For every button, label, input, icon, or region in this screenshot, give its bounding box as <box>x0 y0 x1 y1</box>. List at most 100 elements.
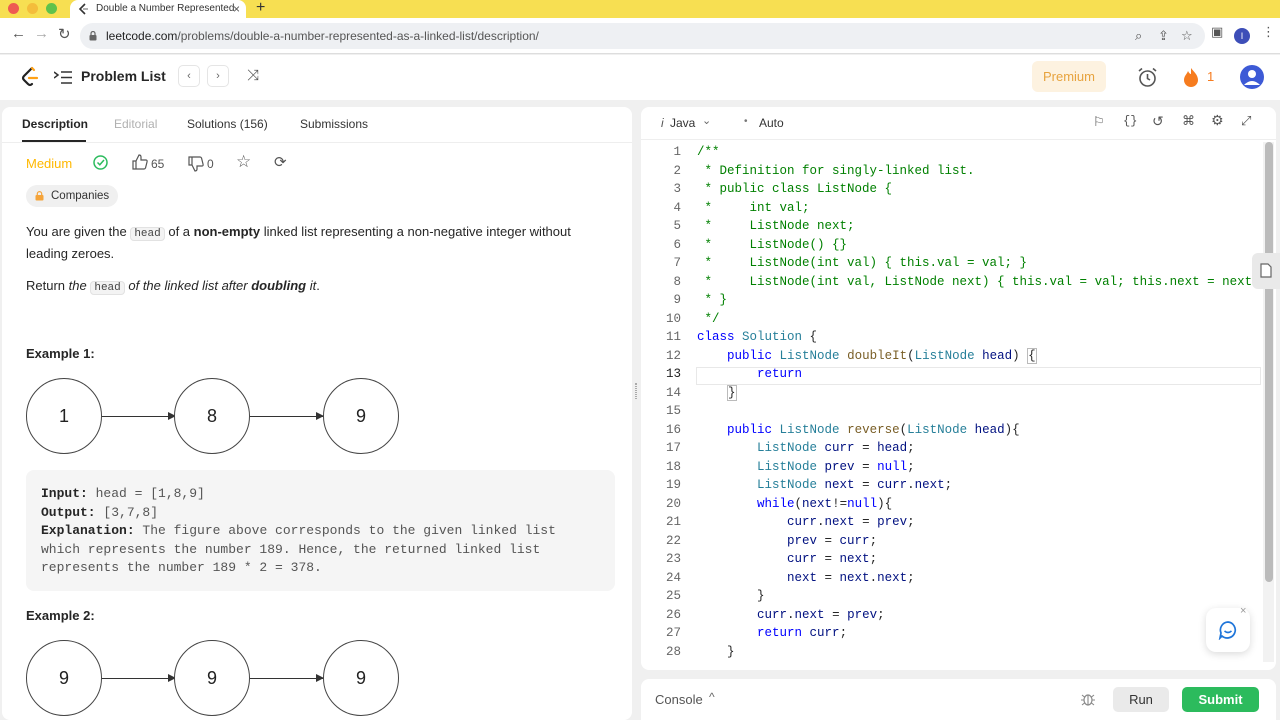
favorite-star-icon[interactable]: ☆ <box>236 152 251 172</box>
fullscreen-icon[interactable]: ⤢ <box>1241 113 1251 129</box>
bookmark-star-icon[interactable]: ☆ <box>1181 23 1193 49</box>
profile-avatar[interactable]: I <box>1234 28 1250 44</box>
reload-icon[interactable]: ↻ <box>58 25 71 43</box>
code-line: ListNode curr = head; <box>757 441 915 455</box>
close-window-button[interactable] <box>8 3 19 14</box>
browser-tab[interactable]: Double a Number Represented × <box>70 0 246 18</box>
code-line: public ListNode doubleIt(ListNode head) … <box>727 347 1037 364</box>
thumbs-up-icon[interactable] <box>132 154 148 170</box>
zoom-icon[interactable]: ⌕ <box>1135 23 1142 49</box>
line-number: 19 <box>665 478 681 492</box>
close-chat-icon[interactable]: × <box>1240 605 1246 617</box>
next-problem-button[interactable]: › <box>207 65 229 87</box>
share-problem-icon[interactable]: ⟳ <box>274 153 287 171</box>
list-node: 9 <box>323 378 399 454</box>
likes-count: 65 <box>151 157 165 171</box>
code-line: while(next!=null){ <box>757 496 893 511</box>
browser-tab-bar: Double a Number Represented × + <box>0 0 1280 18</box>
language-selector[interactable]: Java <box>670 116 695 130</box>
line-number: 17 <box>665 441 681 455</box>
list-node: 8 <box>174 378 250 454</box>
minimize-window-button[interactable] <box>27 3 38 14</box>
inline-code-head: head <box>130 227 165 241</box>
code-line: class Solution { <box>697 330 818 344</box>
streak-count: 1 <box>1207 69 1215 84</box>
tab-solutions[interactable]: Solutions (156) <box>187 117 268 131</box>
browser-menu-icon[interactable]: ⋮ <box>1262 24 1275 40</box>
tab-description[interactable]: Description <box>22 117 88 131</box>
line-number: 4 <box>673 200 681 215</box>
tab-editorial[interactable]: Editorial <box>114 117 157 131</box>
chat-bubble-icon <box>1218 621 1237 640</box>
code-line: prev = curr; <box>787 533 878 548</box>
problem-list-icon[interactable] <box>54 71 72 84</box>
close-tab-icon[interactable]: × <box>233 0 240 18</box>
list-node: 9 <box>323 640 399 716</box>
line-number: 25 <box>665 589 681 603</box>
line-number: 3 <box>673 182 681 196</box>
premium-button[interactable]: Premium <box>1032 61 1106 92</box>
panel-resize-handle[interactable] <box>635 383 637 399</box>
url-field[interactable]: leetcode.com/problems/double-a-number-re… <box>80 23 1205 49</box>
forward-icon[interactable]: → <box>34 25 49 42</box>
line-number: 27 <box>665 626 681 640</box>
streak-fire-icon[interactable] <box>1183 67 1199 87</box>
maximize-window-button[interactable] <box>46 3 57 14</box>
address-bar-row: ← → ↻ leetcode.com/problems/double-a-num… <box>0 18 1280 54</box>
line-number: 7 <box>673 256 681 270</box>
share-icon[interactable]: ⇪ <box>1158 23 1169 49</box>
description-panel: Description Editorial Solutions (156) Su… <box>2 107 632 720</box>
line-number: 15 <box>665 404 681 418</box>
line-number: 16 <box>665 422 681 437</box>
settings-gear-icon[interactable]: ⚙ <box>1211 112 1224 129</box>
debug-bug-icon[interactable] <box>1080 691 1096 707</box>
browser-tab-title: Double a Number Represented <box>96 3 235 14</box>
dislikes-count: 0 <box>207 157 214 171</box>
alarm-clock-icon[interactable] <box>1137 67 1158 88</box>
prev-problem-button[interactable]: ‹ <box>178 65 200 87</box>
run-button[interactable]: Run <box>1113 687 1169 712</box>
leetcode-logo-icon[interactable] <box>20 66 40 88</box>
code-line: curr = next; <box>787 552 878 566</box>
auto-mode-label[interactable]: Auto <box>759 116 784 130</box>
tab-submissions[interactable]: Submissions <box>300 117 368 131</box>
code-line: * Definition for singly-linked list. <box>697 163 975 178</box>
solved-check-icon <box>93 155 108 170</box>
chevron-down-icon[interactable]: ⌄ <box>702 114 711 127</box>
line-number: 23 <box>665 552 681 566</box>
list-arrow <box>250 412 324 420</box>
console-toggle[interactable]: Console <box>655 692 703 707</box>
line-number: 18 <box>665 459 681 474</box>
thumbs-down-icon[interactable] <box>188 156 204 172</box>
description-paragraph-2: Return the head of the linked list after… <box>26 278 320 295</box>
line-number: 11 <box>665 330 681 344</box>
line-number: 20 <box>665 496 681 511</box>
editor-scrollbar-thumb[interactable] <box>1265 142 1273 582</box>
problem-list-label[interactable]: Problem List <box>81 68 166 84</box>
code-line: next = next.next; <box>787 570 915 585</box>
list-node: 9 <box>174 640 250 716</box>
code-line: } <box>697 644 735 659</box>
braces-icon[interactable]: {} <box>1123 114 1137 128</box>
code-line: * } <box>697 293 728 307</box>
shortcut-icon[interactable]: ⌘ <box>1182 113 1195 129</box>
line-number: 5 <box>673 219 681 233</box>
reset-icon[interactable]: ↺ <box>1152 113 1164 130</box>
back-icon[interactable]: ← <box>11 25 26 42</box>
code-line: curr.next = prev; <box>787 515 915 529</box>
shuffle-icon[interactable]: ⤨ <box>247 67 259 84</box>
bookmark-icon[interactable]: ⚐ <box>1093 114 1105 130</box>
line-number: 2 <box>673 163 681 178</box>
tab-divider <box>2 142 632 143</box>
side-notes-tab[interactable] <box>1252 253 1280 289</box>
list-arrow <box>250 674 324 682</box>
code-editor-panel: i Java ⌄ • Auto ⚐ {} ↺ ⌘ ⚙ ⤢ 1 2 3 4 5 6… <box>641 107 1276 670</box>
chevron-up-icon[interactable]: ^ <box>709 690 715 704</box>
companies-tag[interactable]: Companies <box>26 185 119 207</box>
site-header: Problem List ‹ › ⤨ Premium 1 <box>0 55 1280 100</box>
submit-button[interactable]: Submit <box>1182 687 1259 712</box>
list-arrow <box>102 674 176 682</box>
new-tab-icon[interactable]: + <box>256 0 265 17</box>
user-avatar-icon[interactable] <box>1240 65 1264 89</box>
sidebar-panel-icon[interactable]: ▣ <box>1211 24 1223 40</box>
